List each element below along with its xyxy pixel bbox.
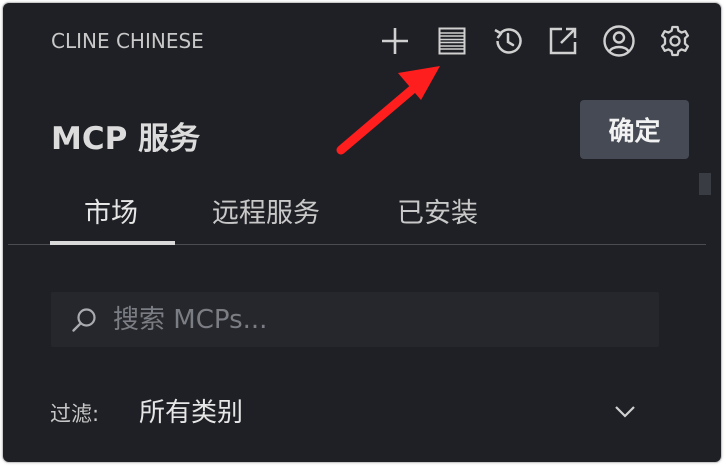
mcp-servers-icon[interactable]: [434, 23, 470, 59]
account-icon[interactable]: [601, 23, 637, 59]
confirm-button[interactable]: 确定: [580, 100, 689, 159]
category-filter-select[interactable]: 所有类别: [135, 385, 655, 435]
page-title: MCP 服务: [51, 121, 201, 157]
search-input[interactable]: [111, 303, 635, 336]
tab-marketplace[interactable]: 市场: [84, 191, 138, 230]
settings-icon[interactable]: [657, 23, 693, 59]
filter-label: 过滤:: [50, 402, 100, 426]
active-tab-indicator: [50, 241, 175, 245]
search-box[interactable]: [51, 292, 659, 347]
external-link-icon[interactable]: [545, 23, 581, 59]
chevron-down-icon: [613, 399, 637, 423]
history-icon[interactable]: [490, 23, 526, 59]
app-title: CLINE CHINESE: [51, 29, 204, 53]
search-icon: [69, 305, 99, 335]
tab-remote-servers[interactable]: 远程服务: [212, 191, 320, 230]
mcp-panel: CLINE CHINESE MCP 服务 确定 市场 远程服务 已安装 搜索 M…: [3, 3, 721, 462]
scrollbar-thumb[interactable]: [699, 173, 711, 195]
filter-selected-value: 所有类别: [139, 397, 244, 428]
tab-installed[interactable]: 已安装: [397, 191, 478, 230]
plus-icon[interactable]: [377, 23, 413, 59]
